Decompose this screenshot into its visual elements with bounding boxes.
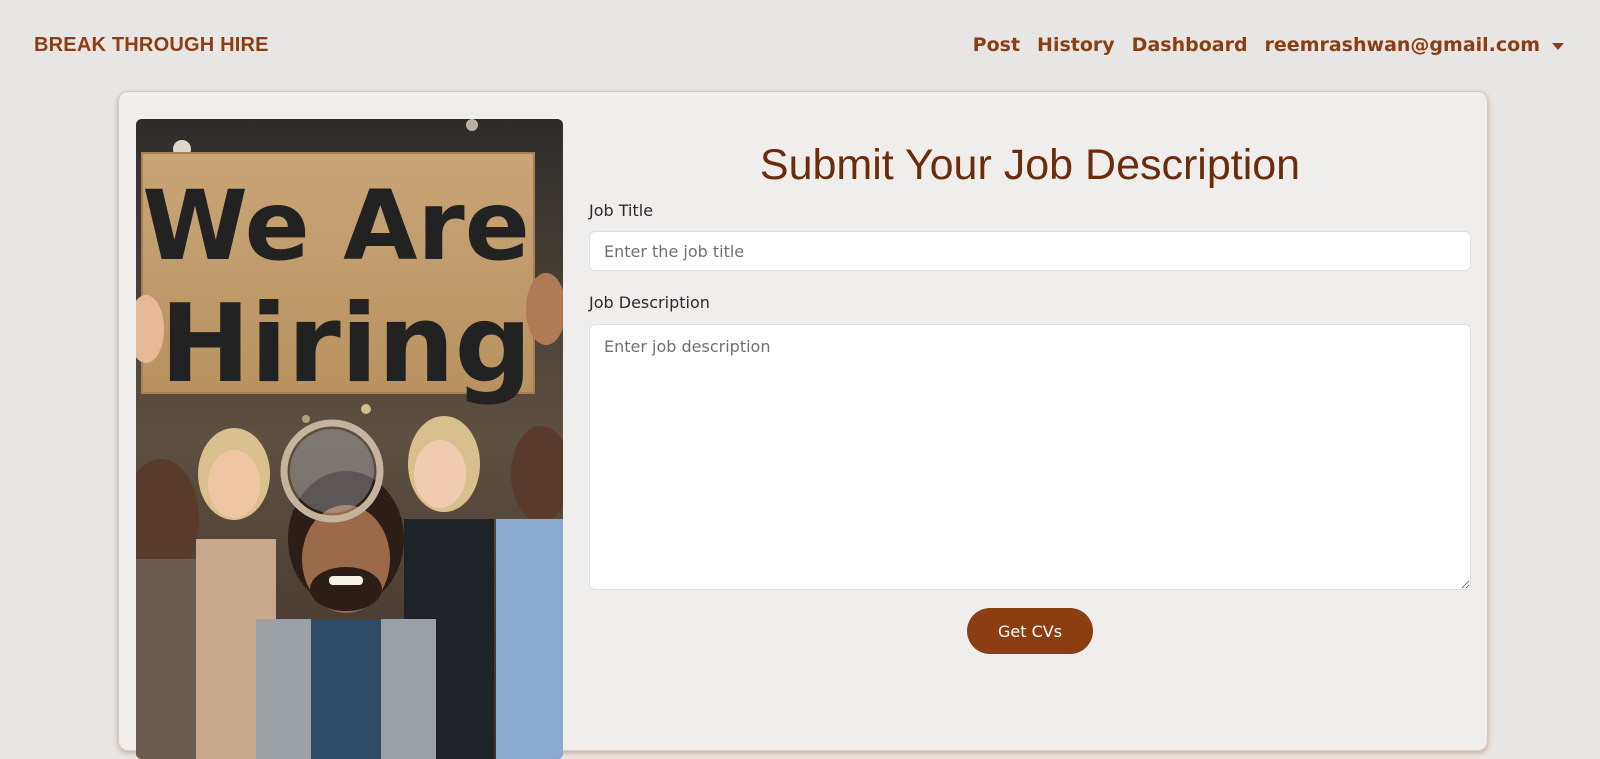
nav-dashboard-link[interactable]: Dashboard <box>1132 34 1248 56</box>
sign-text-line-1: We Are <box>142 170 530 282</box>
get-cvs-button[interactable]: Get CVs <box>967 608 1093 654</box>
nav-links: Post History Dashboard reemrashwan@gmail… <box>973 34 1564 56</box>
job-description-form: Submit Your Job Description Job Title Jo… <box>589 119 1471 654</box>
hiring-photo: We Are Hiring <box>136 119 563 759</box>
user-email-link[interactable]: reemrashwan@gmail.com <box>1265 34 1540 56</box>
brand-logo[interactable]: BREAK THROUGH HIRE <box>34 34 269 57</box>
hiring-hero-image: We Are Hiring <box>136 119 563 759</box>
job-title-label: Job Title <box>589 201 654 220</box>
top-navbar: BREAK THROUGH HIRE Post History Dashboar… <box>0 0 1600 90</box>
job-description-textarea[interactable] <box>589 324 1471 590</box>
job-title-input[interactable] <box>589 231 1471 271</box>
nav-history-link[interactable]: History <box>1037 34 1115 56</box>
submit-row: Get CVs <box>589 608 1471 654</box>
page-title: Submit Your Job Description <box>759 141 1301 189</box>
user-menu-dropdown[interactable]: reemrashwan@gmail.com <box>1265 34 1564 56</box>
sign-text-line-2: Hiring <box>160 282 532 407</box>
caret-down-icon[interactable] <box>1552 42 1564 50</box>
main-card: We Are Hiring Submit Your Job Descriptio… <box>118 91 1488 759</box>
nav-post-link[interactable]: Post <box>973 34 1020 56</box>
job-description-label: Job Description <box>589 293 710 312</box>
